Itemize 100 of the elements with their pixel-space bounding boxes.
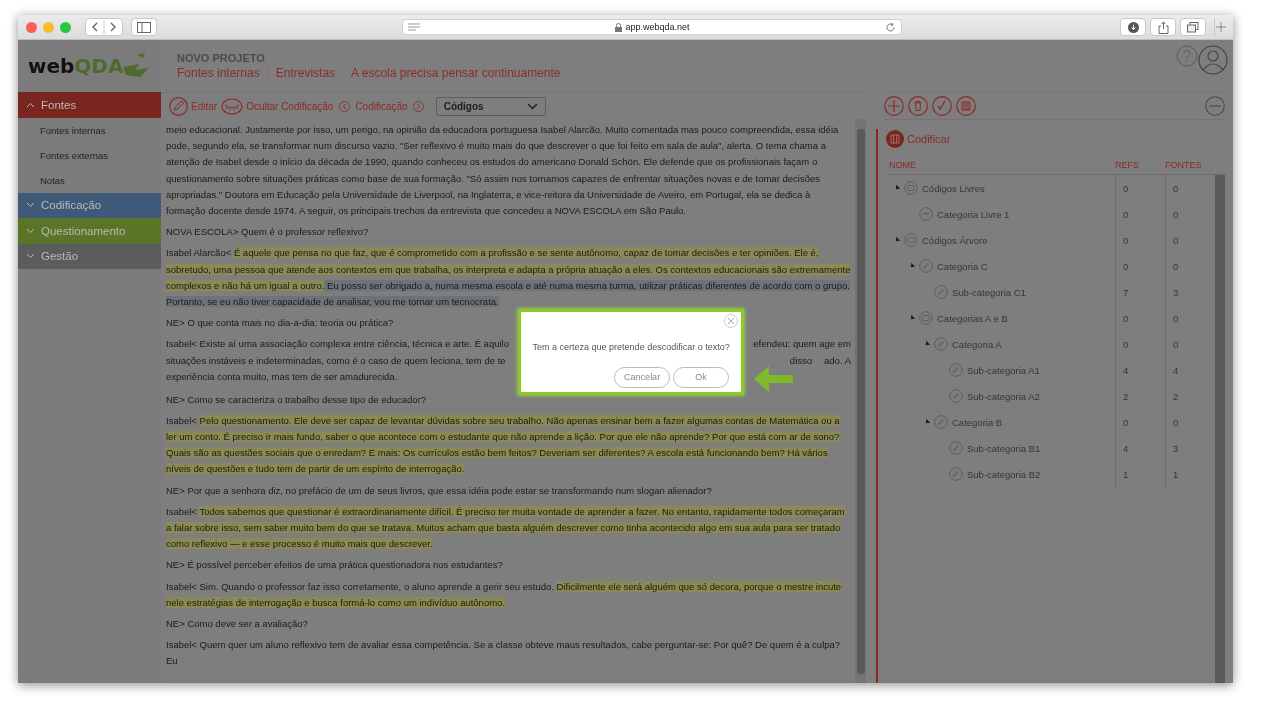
sources-count: 0 xyxy=(1173,312,1179,324)
code-name[interactable]: Categoria B xyxy=(952,416,1003,428)
zoom-window-icon[interactable] xyxy=(60,21,71,33)
folder-icon xyxy=(904,181,918,195)
close-icon[interactable] xyxy=(724,314,739,329)
webqda-logo: webQDA xyxy=(28,52,154,80)
code-name[interactable]: Categoria Livre 1 xyxy=(937,208,1010,220)
share-icon[interactable] xyxy=(1150,18,1176,36)
add-icon[interactable] xyxy=(884,96,904,116)
delete-icon[interactable] xyxy=(908,96,928,116)
address-bar[interactable]: app.webqda.net xyxy=(402,19,902,35)
sources-count: 0 xyxy=(1173,234,1179,246)
back-forward-buttons[interactable] xyxy=(85,18,123,36)
scrollbar[interactable] xyxy=(855,119,866,683)
code-name[interactable]: Sub-categoria B1 xyxy=(967,442,1041,454)
scrollbar[interactable] xyxy=(1215,175,1225,683)
codify-icon xyxy=(886,130,904,148)
caret-icon[interactable] xyxy=(908,262,916,270)
download-icon[interactable] xyxy=(1120,18,1146,36)
pencil-icon xyxy=(949,363,963,377)
sources-count: 0 xyxy=(1173,208,1179,220)
sources-count: 0 xyxy=(1173,182,1179,194)
user-avatar-icon[interactable] xyxy=(1198,45,1228,75)
paragraph-fragment: efendeu: quem age em xyxy=(753,337,851,352)
chevron-left-icon[interactable] xyxy=(339,100,351,112)
pencil-icon xyxy=(949,467,963,481)
dialog-button[interactable]: Cancelar xyxy=(614,366,671,388)
interview-paragraph: NE> Como deve ser a avaliação? xyxy=(166,617,308,632)
sidebar-item[interactable]: Fontes externas xyxy=(18,142,161,168)
sources-count: 0 xyxy=(1173,416,1179,428)
barcode-icon[interactable] xyxy=(956,96,976,116)
refs-count: 0 xyxy=(1123,312,1129,324)
refs-count: 0 xyxy=(1123,260,1129,272)
interview-paragraph: meio educacional. Justamente por isso, um perigo, na opinião da educadora portuguesa Isabel Alarcão. Muito comentada mas pouco compreendida, essa idéia pode, segundo ela, se transformar num discurso vazio. "Ser reflexivo é muito mais do que descrever o que foi feito em sala de aula", alerta. O tema chama a atenção de Isabel desde o início da década de 1990, quando conheceu os estudos do americano Donald Schön. Ele defende que os profissionais façam o questionamento sobre situações práticas como base de sua formação. "Só assim nos tornamos capazes de enfrentar situações novas e de tomar decisões apropriadas." Doutora em Educação pela Universidade de Liverpool, na Inglaterra, e vice-reitora da Universidade de Aveiro, em Portugal, ela se dedica à formação docente desde 1974. A seguir, os principais trechos da entrevista que concedeu a NOVA ESCOLA em São Paulo. xyxy=(166,123,840,218)
caret-icon[interactable] xyxy=(893,236,901,244)
column-header: NOME xyxy=(888,160,917,170)
check-icon[interactable] xyxy=(932,96,952,116)
sidebar-item[interactable]: Notas xyxy=(18,167,161,193)
sources-count: 0 xyxy=(1173,260,1179,272)
edit-button[interactable]: Editar xyxy=(169,96,218,116)
code-name[interactable]: Sub-categoria B2 xyxy=(967,468,1041,480)
close-window-icon[interactable] xyxy=(26,21,37,33)
paragraph-fragment: experiência conta muito, mas tem de ser amadurecida. xyxy=(166,370,399,385)
refs-count: 4 xyxy=(1123,442,1129,454)
interview-paragraph: Isabel< Sim. Quando o professor faz isso corretamente, o aluno aprende a gerir seu estudo. Dificilmente ele será alguém que só decora, porque o mestre incute nele estratégias de interrogação e busca formá-lo como um indivíduo autônomo. xyxy=(166,579,843,610)
sidebar-item[interactable]: Fontes internas xyxy=(18,117,161,143)
refs-count: 0 xyxy=(1123,208,1129,220)
code-name[interactable]: Sub-categoria A2 xyxy=(967,390,1040,402)
caret-icon[interactable] xyxy=(908,314,916,322)
chevron-icon xyxy=(26,227,35,234)
chevron-right-icon[interactable] xyxy=(412,100,424,112)
interview-paragraph: NOVA ESCOLA> Quem é o professor reflexivo? xyxy=(166,225,369,240)
interview-paragraph: NE> É possível perceber efeitos de uma prática questionadora nos estudantes? xyxy=(166,558,503,573)
sidebar-section[interactable]: Questionamento xyxy=(18,218,161,244)
minimize-window-icon[interactable] xyxy=(43,21,54,33)
paragraph-fragment: disso xyxy=(789,353,813,368)
closed-eye-icon xyxy=(221,97,244,115)
coding-navigation[interactable]: Codificação xyxy=(339,100,424,112)
code-name[interactable]: Categorias A e B xyxy=(937,312,1008,324)
code-name[interactable]: Códigos Livres xyxy=(922,182,985,194)
sidebar-section[interactable]: Codificação xyxy=(18,192,161,218)
help-icon[interactable] xyxy=(1176,45,1198,67)
refs-count: 0 xyxy=(1123,234,1129,246)
sources-count: 3 xyxy=(1173,286,1179,298)
pencil-icon xyxy=(949,389,963,403)
column-header: REFS xyxy=(1115,160,1140,170)
code-name[interactable]: Sub-categoria C1 xyxy=(952,286,1026,298)
sources-count: 0 xyxy=(1173,338,1179,350)
caret-icon[interactable] xyxy=(893,184,901,192)
dialog-button[interactable]: Ok xyxy=(673,366,730,388)
caret-icon[interactable] xyxy=(923,418,931,426)
refs-count: 0 xyxy=(1123,338,1129,350)
paragraph-fragment: situações instáveis e indeterminadas, como é o caso de quem leciona, tem de te xyxy=(166,353,507,368)
breadcrumb-link[interactable]: A escola precisa pensar continuamente xyxy=(351,66,561,80)
sources-count: 4 xyxy=(1173,364,1179,376)
paragraph-fragment: Isabel< Existe aí uma associação complexa entre ciência, técnica e arte. É aquilo xyxy=(166,337,509,352)
tabs-icon[interactable] xyxy=(1180,18,1206,36)
interview-paragraph: NE> Como se caracteriza o trabalho desse tipo de educador? xyxy=(166,392,427,407)
link-icon xyxy=(919,207,933,221)
caret-icon[interactable] xyxy=(923,340,931,348)
sidebar-toggle-icon[interactable] xyxy=(131,18,157,36)
code-name[interactable]: Códigos Árvore xyxy=(922,234,988,246)
collapse-icon[interactable] xyxy=(1205,96,1225,116)
pencil-icon xyxy=(934,285,948,299)
refs-count: 4 xyxy=(1123,364,1129,376)
breadcrumb-link[interactable]: Fontes internas xyxy=(177,66,260,80)
interview-paragraph: Isabel Alarcão< É aquele que pensa no que faz, que é comprometido com a profissão e se sente autônomo, capaz de tomar decisões e ter opiniões. Ele é, sobretudo, uma pessoa que atende aos contextos em que trabalha, os interpreta e adapta a própria atuação a eles. Os contextos educacionais são extremamente complexos e não há um igual a outro. Eu posso ser obrigado a, numa mesma escola e até numa mesma turma, utilizar práticas diferentes de acordo com o grupo. Portanto, se eu não tiver capacidade de analisar, vou me tornar um tecnocrata. xyxy=(166,246,851,310)
sidebar-section[interactable]: Gestão xyxy=(18,243,161,269)
pencil-icon xyxy=(934,337,948,351)
codes-dropdown[interactable]: Códigos xyxy=(435,96,546,116)
sidebar-section[interactable]: Fontes xyxy=(18,92,161,118)
sources-count: 1 xyxy=(1173,468,1179,480)
dialog-message: Tem a certeza que pretende descodificar o texto? xyxy=(532,341,730,355)
pencil-icon xyxy=(919,259,933,273)
interview-paragraph: NE> Por que a senhora diz, no prefácio de um de seus livros, que essa idéia pode estar se transformando num slogan alienador? xyxy=(166,483,712,498)
hide-coding-button[interactable]: Ocultar Codificação xyxy=(221,97,334,115)
new-tab-icon[interactable] xyxy=(1214,18,1227,36)
code-name[interactable]: Sub-categoria A1 xyxy=(967,364,1040,376)
breadcrumb-link[interactable]: Entrevistas xyxy=(275,66,336,80)
code-name[interactable]: Categoria C xyxy=(937,260,988,272)
